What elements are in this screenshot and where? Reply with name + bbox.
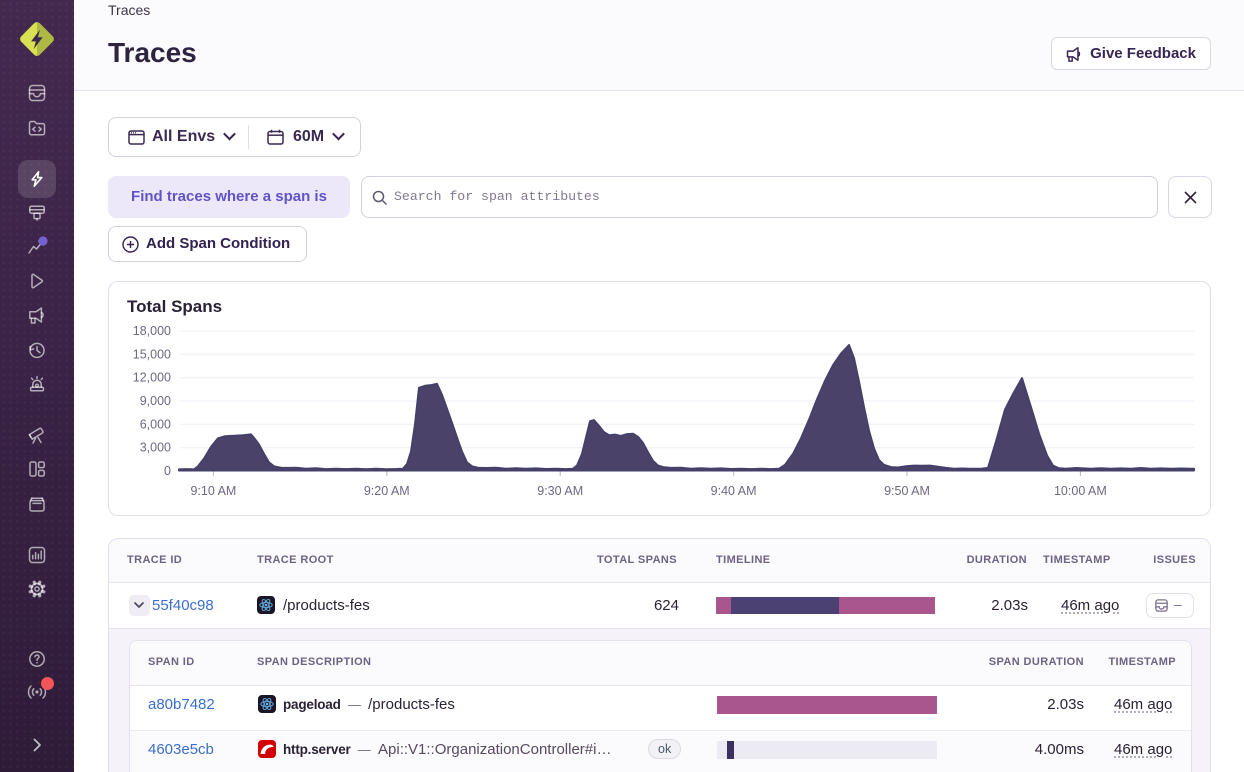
svg-text:9:40 AM: 9:40 AM (711, 484, 757, 498)
svg-text:9:30 AM: 9:30 AM (537, 484, 583, 498)
svg-text:9,000: 9,000 (140, 394, 171, 408)
svg-text:15,000: 15,000 (133, 347, 171, 361)
svg-text:9:10 AM: 9:10 AM (190, 484, 236, 498)
svg-text:9:50 AM: 9:50 AM (884, 484, 930, 498)
svg-text:10:00 AM: 10:00 AM (1054, 484, 1107, 498)
svg-text:18,000: 18,000 (133, 324, 171, 338)
svg-text:0: 0 (164, 464, 171, 478)
svg-text:3,000: 3,000 (140, 441, 171, 455)
svg-text:6,000: 6,000 (140, 417, 171, 431)
svg-text:9:20 AM: 9:20 AM (364, 484, 410, 498)
svg-text:12,000: 12,000 (133, 371, 171, 385)
